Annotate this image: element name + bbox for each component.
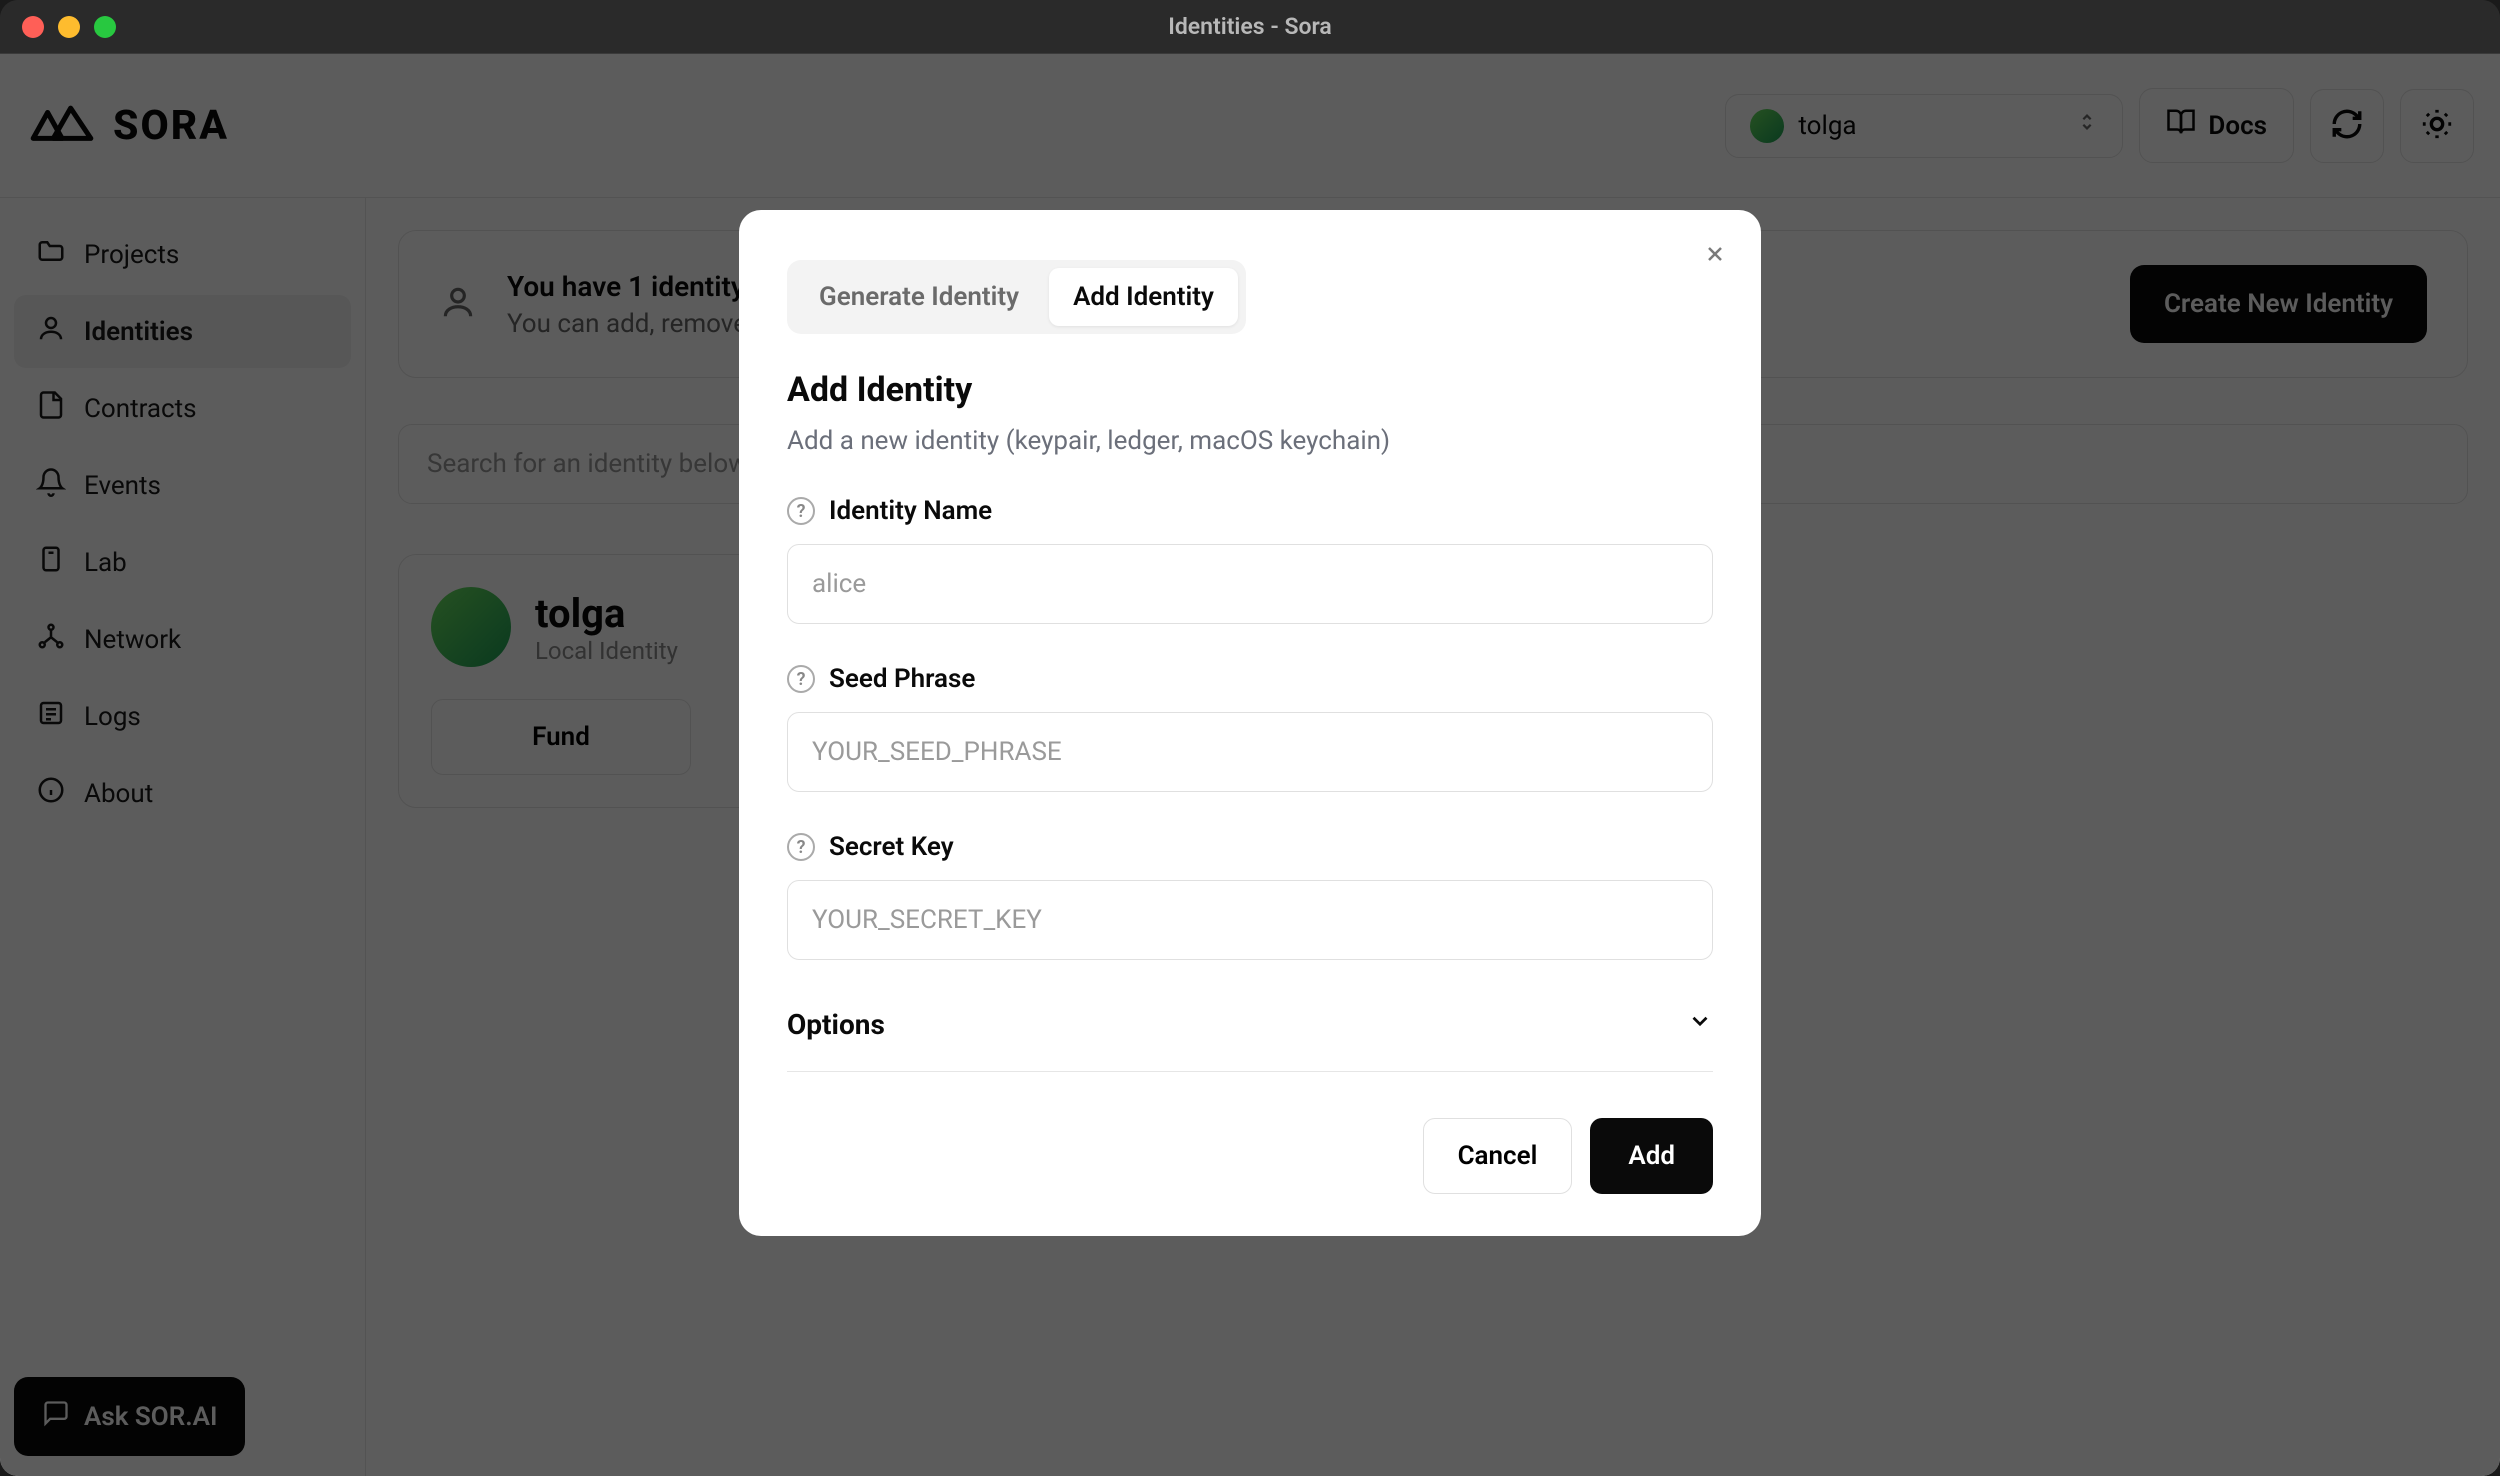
- window-close-button[interactable]: [22, 16, 44, 38]
- modal-tabs: Generate Identity Add Identity: [787, 260, 1246, 334]
- modal-title: Add Identity: [787, 370, 1713, 410]
- help-icon[interactable]: ?: [787, 497, 815, 525]
- secret-key-input[interactable]: [787, 880, 1713, 960]
- field-label-identity-name: ? Identity Name: [787, 496, 1713, 526]
- identity-name-input[interactable]: [787, 544, 1713, 624]
- options-label: Options: [787, 1008, 885, 1041]
- window-minimize-button[interactable]: [58, 16, 80, 38]
- modal-close-button[interactable]: [1693, 234, 1737, 278]
- window-titlebar: Identities - Sora: [0, 0, 2500, 54]
- cancel-button[interactable]: Cancel: [1423, 1118, 1573, 1194]
- add-identity-modal: Generate Identity Add Identity Add Ident…: [739, 210, 1761, 1236]
- tab-generate-identity[interactable]: Generate Identity: [795, 268, 1043, 326]
- field-label-seed-phrase: ? Seed Phrase: [787, 664, 1713, 694]
- modal-overlay[interactable]: Generate Identity Add Identity Add Ident…: [0, 54, 2500, 1476]
- field-label-secret-key: ? Secret Key: [787, 832, 1713, 862]
- help-icon[interactable]: ?: [787, 833, 815, 861]
- help-icon[interactable]: ?: [787, 665, 815, 693]
- seed-phrase-input[interactable]: [787, 712, 1713, 792]
- chevron-down-icon: [1687, 1008, 1713, 1041]
- window-maximize-button[interactable]: [94, 16, 116, 38]
- add-button[interactable]: Add: [1590, 1118, 1713, 1194]
- modal-description: Add a new identity (keypair, ledger, mac…: [787, 426, 1713, 456]
- window-title: Identities - Sora: [1168, 13, 1332, 40]
- options-toggle[interactable]: Options: [787, 1008, 1713, 1072]
- close-icon: [1703, 242, 1727, 270]
- tab-add-identity[interactable]: Add Identity: [1049, 268, 1238, 326]
